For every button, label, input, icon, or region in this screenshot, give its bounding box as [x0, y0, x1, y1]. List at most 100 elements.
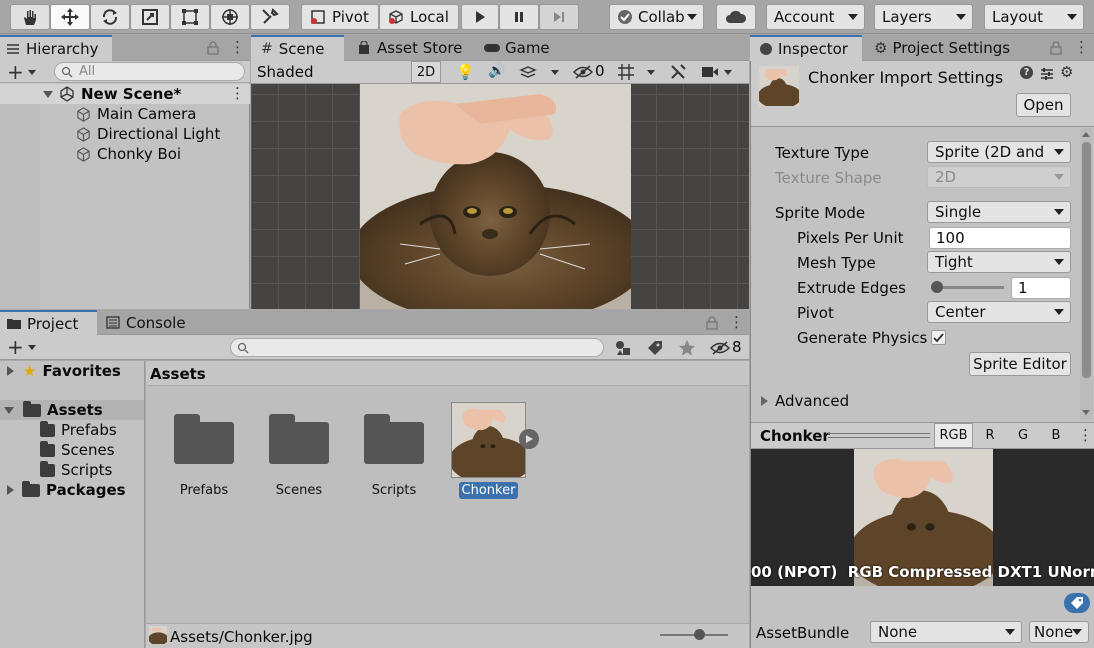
star-favorite-icon[interactable]: [678, 339, 696, 357]
scene-row[interactable]: New Scene* ⋮: [0, 84, 250, 104]
lock-icon[interactable]: [207, 41, 219, 55]
extrude-slider-thumb[interactable]: [931, 281, 943, 293]
project-search-input[interactable]: [230, 338, 604, 357]
chevron-down-icon[interactable]: [724, 70, 732, 75]
scene-viewport[interactable]: [251, 84, 749, 309]
kebab-menu-icon[interactable]: ⋮: [230, 38, 245, 56]
sprite-mode-dropdown[interactable]: Single: [927, 201, 1071, 223]
collab-dropdown[interactable]: Collab: [609, 4, 704, 30]
audio-icon[interactable]: 🔊: [488, 63, 505, 79]
grid-folder-scenes[interactable]: [269, 414, 329, 464]
hierarchy-item-directional-light[interactable]: Directional Light: [76, 124, 220, 144]
channel-b-button[interactable]: B: [1041, 423, 1071, 448]
filter-by-label-icon[interactable]: [646, 339, 664, 357]
breadcrumb[interactable]: Assets: [150, 365, 206, 383]
hand-tool-button[interactable]: [10, 4, 50, 30]
extrude-edges-input[interactable]: 1: [1011, 277, 1071, 299]
kebab-menu-icon[interactable]: ⋮: [1078, 426, 1093, 444]
chevron-down-icon[interactable]: [28, 70, 36, 75]
expand-arrow-icon[interactable]: [7, 485, 14, 495]
expand-arrow-icon[interactable]: [7, 366, 14, 376]
mesh-type-dropdown[interactable]: Tight: [927, 251, 1071, 273]
assetbundle-dropdown[interactable]: None: [870, 621, 1022, 643]
tab-asset-store[interactable]: Asset Store: [351, 35, 466, 61]
tab-hierarchy[interactable]: Hierarchy: [0, 35, 112, 61]
cloud-button[interactable]: [716, 4, 756, 30]
hierarchy-item-chonky-boi[interactable]: Chonky Boi: [76, 144, 181, 164]
toggle-2d-button[interactable]: 2D: [411, 61, 441, 83]
move-tool-button[interactable]: [50, 4, 90, 30]
extrude-slider[interactable]: [931, 281, 1004, 293]
pause-button[interactable]: [499, 4, 539, 30]
generate-physics-checkbox[interactable]: [931, 330, 946, 345]
lock-icon[interactable]: [1050, 41, 1062, 55]
settings-gear-icon[interactable]: ⚙: [1060, 63, 1073, 81]
preview-drag-handle[interactable]: [828, 433, 930, 438]
grid-folder-scripts[interactable]: [364, 414, 424, 464]
account-dropdown[interactable]: Account: [766, 4, 865, 30]
lighting-icon[interactable]: 💡: [456, 63, 475, 81]
tab-scene[interactable]: # Scene: [251, 35, 344, 61]
expand-arrow-icon[interactable]: [43, 90, 53, 98]
camera-icon[interactable]: [701, 65, 719, 79]
layout-dropdown[interactable]: Layout: [984, 4, 1084, 30]
filter-by-type-icon[interactable]: [614, 339, 632, 357]
channel-r-button[interactable]: R: [975, 423, 1005, 448]
grid-toggle-icon[interactable]: [617, 63, 635, 81]
pivot-toggle[interactable]: Pivot: [301, 4, 379, 30]
tree-item-favorites[interactable]: ★ Favorites: [7, 361, 121, 381]
rect-tool-button[interactable]: [170, 4, 210, 30]
tree-item-packages[interactable]: Packages: [7, 480, 126, 500]
chevron-down-icon[interactable]: [28, 345, 36, 350]
scrollbar-down-arrow-icon[interactable]: [1082, 410, 1090, 415]
tree-item-assets[interactable]: Assets: [0, 400, 144, 420]
tree-item-scripts[interactable]: Scripts: [40, 460, 112, 480]
scrollbar-up-arrow-icon[interactable]: [1082, 132, 1090, 137]
expand-arrow-icon[interactable]: [761, 396, 768, 406]
scrollbar-thumb[interactable]: [1082, 142, 1091, 378]
channel-rgb-button[interactable]: RGB: [934, 423, 973, 448]
hidden-eye-icon[interactable]: [573, 65, 593, 79]
advanced-foldout[interactable]: Advanced: [761, 391, 849, 411]
scale-tool-button[interactable]: [130, 4, 170, 30]
help-icon[interactable]: ?: [1020, 66, 1033, 79]
chonker-sprite[interactable]: [360, 84, 631, 309]
hidden-eye-icon[interactable]: [710, 341, 730, 355]
channel-g-button[interactable]: G: [1008, 423, 1038, 448]
expand-sprite-button[interactable]: [519, 429, 539, 449]
icon-size-slider-thumb[interactable]: [694, 629, 705, 640]
lock-icon[interactable]: [706, 316, 718, 330]
kebab-menu-icon[interactable]: ⋮: [729, 313, 744, 331]
preset-icon[interactable]: [1040, 67, 1054, 81]
chevron-down-icon[interactable]: [551, 70, 559, 75]
assetbundle-variant-dropdown[interactable]: None: [1029, 621, 1089, 643]
local-toggle[interactable]: Local: [379, 4, 459, 30]
grid-asset-chonker-thumbnail[interactable]: [451, 402, 526, 478]
expand-arrow-icon[interactable]: [4, 406, 14, 414]
play-button[interactable]: [461, 4, 499, 30]
effects-icon[interactable]: [519, 65, 537, 79]
pivot-dropdown[interactable]: Center: [927, 301, 1071, 323]
kebab-menu-icon[interactable]: ⋮: [1074, 38, 1089, 56]
texture-type-dropdown[interactable]: Sprite (2D and UI): [927, 141, 1071, 163]
custom-tool-button[interactable]: [250, 4, 290, 30]
tab-project[interactable]: Project: [0, 310, 97, 335]
create-menu-button[interactable]: +: [7, 335, 24, 359]
tab-game[interactable]: Game: [477, 35, 557, 61]
chevron-down-icon[interactable]: [647, 70, 655, 75]
tab-inspector[interactable]: Inspector: [750, 35, 862, 61]
pixels-per-unit-input[interactable]: 100: [929, 227, 1071, 249]
grid-folder-prefabs[interactable]: [174, 414, 234, 464]
rotate-tool-button[interactable]: [90, 4, 130, 30]
tab-project-settings[interactable]: ⚙ Project Settings: [868, 35, 1018, 61]
tree-item-scenes[interactable]: Scenes: [40, 440, 115, 460]
tab-console[interactable]: Console: [100, 310, 200, 335]
sprite-editor-button[interactable]: Sprite Editor: [969, 352, 1071, 376]
hierarchy-item-main-camera[interactable]: Main Camera: [76, 104, 196, 124]
transform-tool-button[interactable]: [210, 4, 250, 30]
kebab-menu-icon[interactable]: ⋮: [230, 84, 245, 102]
tree-item-prefabs[interactable]: Prefabs: [40, 420, 117, 440]
add-menu-button[interactable]: +: [7, 60, 24, 84]
layers-dropdown[interactable]: Layers: [874, 4, 973, 30]
hierarchy-search-input[interactable]: All: [54, 62, 245, 81]
